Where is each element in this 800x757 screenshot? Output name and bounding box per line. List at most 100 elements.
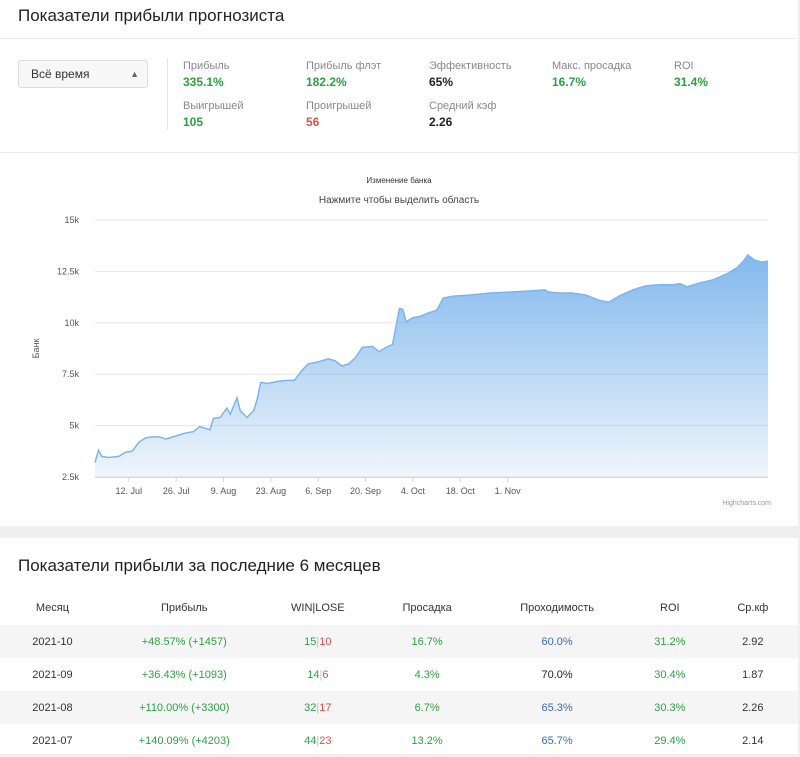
cell-pass-rate: 70.0% <box>541 668 573 681</box>
col-month[interactable]: Месяц <box>0 591 105 625</box>
cell-roi: 29.4% <box>654 734 686 747</box>
col-avg-coef[interactable]: Ср.кф <box>708 591 798 625</box>
cell-pass-rate: 65.7% <box>541 734 573 747</box>
section2-title: Показатели прибыли за последние 6 месяце… <box>18 556 381 575</box>
cell-winlose: 32|17 <box>263 691 373 724</box>
bank-chart[interactable]: Изменение банка Нажмите чтобы выделить об… <box>0 160 798 520</box>
cell-pass-rate: 65.3% <box>482 691 632 724</box>
stat-avg-coef: Средний кэф 2.26 <box>429 100 496 129</box>
chart-subtitle: Нажмите чтобы выделить область <box>319 194 479 206</box>
stat-value: 105 <box>183 115 204 129</box>
x-tick-label: 18. Oct <box>446 486 476 496</box>
stat-value: 31.4% <box>674 75 709 89</box>
y-tick-label: 12.5k <box>57 266 80 276</box>
chart-divider <box>0 152 798 153</box>
cell-avg-coef: 2.92 <box>707 625 798 658</box>
period-select[interactable]: Всё время ▲ <box>18 60 148 88</box>
y-tick-label: 10k <box>64 318 79 328</box>
x-tick-label: 4. Oct <box>401 486 426 496</box>
stat-label: Эффективность <box>429 60 512 72</box>
stat-value: 65% <box>429 75 454 89</box>
col-pass-rate[interactable]: Проходимость <box>482 591 632 625</box>
x-tick-label: 12. Jul <box>116 486 143 496</box>
win-count: 32 <box>304 701 317 714</box>
stat-value: 2.26 <box>429 115 453 129</box>
table-row: 2021-10 +48.57% (+1457) 15|10 16.7% 60.0% 31.… <box>0 625 798 658</box>
stat-label: Проигрышей <box>306 100 372 112</box>
y-axis-label: Банк <box>31 339 41 359</box>
lose-count: 23 <box>319 734 332 747</box>
section-title: Показатели прибыли прогнозиста <box>18 6 285 25</box>
cell-profit: +36.43% (+1093) <box>141 668 227 681</box>
cell-avg-coef: 2.14 <box>742 734 764 747</box>
col-roi[interactable]: ROI <box>632 591 708 625</box>
cell-profit: +140.09% (+4203) <box>138 734 230 747</box>
x-tick-label: 23. Aug <box>256 486 287 496</box>
stat-value: 56 <box>306 115 320 129</box>
x-tick-label: 20. Sep <box>350 486 381 496</box>
stat-label: Прибыль флэт <box>306 60 382 72</box>
x-tick-label: 26. Jul <box>163 486 190 496</box>
cell-drawdown: 16.7% <box>372 625 483 658</box>
cell-month: 2021-10 <box>0 625 105 658</box>
table-row: 2021-09 +36.43% (+1093) 14|6 4.3% 70.0% 30.4%… <box>0 658 798 691</box>
stat-profit-flat: Прибыль флэт 182.2% <box>306 60 381 89</box>
lose-count: 17 <box>319 701 332 714</box>
cell-month: 2021-09 <box>32 668 73 681</box>
cell-drawdown: 4.3% <box>414 668 440 681</box>
table-row: 2021-08 +110.00% (+3300) 32|17 6.7% 65.3% 30.… <box>0 691 798 724</box>
cell-profit: +48.57% (+1457) <box>104 625 264 658</box>
win-count: 44 <box>304 734 317 747</box>
win-count: 15 <box>304 635 317 648</box>
cell-avg-coef: 1.87 <box>742 668 764 681</box>
stats-divider <box>167 58 168 130</box>
stat-value: 335.1% <box>183 75 224 89</box>
stat-value: 16.7% <box>552 75 587 89</box>
cell-roi: 30.4% <box>654 668 686 681</box>
x-tick-label: 9. Aug <box>211 486 237 496</box>
lose-count: 6 <box>322 668 329 681</box>
y-tick-label: 7.5k <box>62 369 80 379</box>
monthly-stats-table: Месяц Прибыль WIN|LOSE Просадка Проходим… <box>0 591 798 757</box>
stat-value: 182.2% <box>306 75 347 89</box>
cell-month: 2021-08 <box>0 691 105 724</box>
stat-max-drawdown: Макс. просадка 16.7% <box>552 60 631 89</box>
table-header-row: Месяц Прибыль WIN|LOSE Просадка Проходим… <box>0 591 798 625</box>
y-tick-label: 15k <box>64 215 79 225</box>
stat-losses: Проигрышей 56 <box>306 100 371 129</box>
col-winlose[interactable]: WIN|LOSE <box>264 591 372 625</box>
lose-count: 10 <box>319 635 332 648</box>
stat-efficiency: Эффективность 65% <box>429 60 512 89</box>
cell-winlose: 44|23 <box>264 724 372 757</box>
stat-label: Выигрышей <box>183 100 244 112</box>
stat-label: Макс. просадка <box>552 60 632 72</box>
win-count: 14 <box>307 668 320 681</box>
x-tick-label: 6. Sep <box>305 486 331 496</box>
col-profit[interactable]: Прибыль <box>105 591 264 625</box>
col-drawdown[interactable]: Просадка <box>372 591 482 625</box>
cell-profit: +110.00% (+3300) <box>104 691 264 724</box>
cell-drawdown: 13.2% <box>411 734 443 747</box>
stat-label: Прибыль <box>183 60 230 72</box>
bank-area[interactable] <box>95 255 768 477</box>
table-row: 2021-07 +140.09% (+4203) 44|23 13.2% 65.7% 29… <box>0 724 798 757</box>
cell-winlose: 15|10 <box>263 625 373 658</box>
stat-roi: ROI 31.4% <box>674 60 708 89</box>
stat-label: ROI <box>674 60 694 72</box>
x-tick-label: 1. Nov <box>495 486 522 496</box>
stat-label: Средний кэф <box>429 100 497 112</box>
period-select-value: Всё время <box>31 67 90 81</box>
cell-roi: 30.3% <box>631 691 708 724</box>
cell-drawdown: 6.7% <box>372 691 483 724</box>
stat-profit: Прибыль 335.1% <box>183 60 230 89</box>
cell-month: 2021-07 <box>32 734 73 747</box>
y-tick-label: 5k <box>69 421 79 431</box>
title-divider <box>0 38 798 39</box>
cell-pass-rate: 60.0% <box>482 625 632 658</box>
cell-roi: 31.2% <box>631 625 708 658</box>
y-tick-label: 2.5k <box>62 472 80 482</box>
highcharts-credit: Highcharts.com <box>722 500 771 507</box>
chart-title: Изменение банка <box>366 176 432 185</box>
cell-winlose: 14|6 <box>264 658 372 691</box>
stat-wins: Выигрышей 105 <box>183 100 244 129</box>
